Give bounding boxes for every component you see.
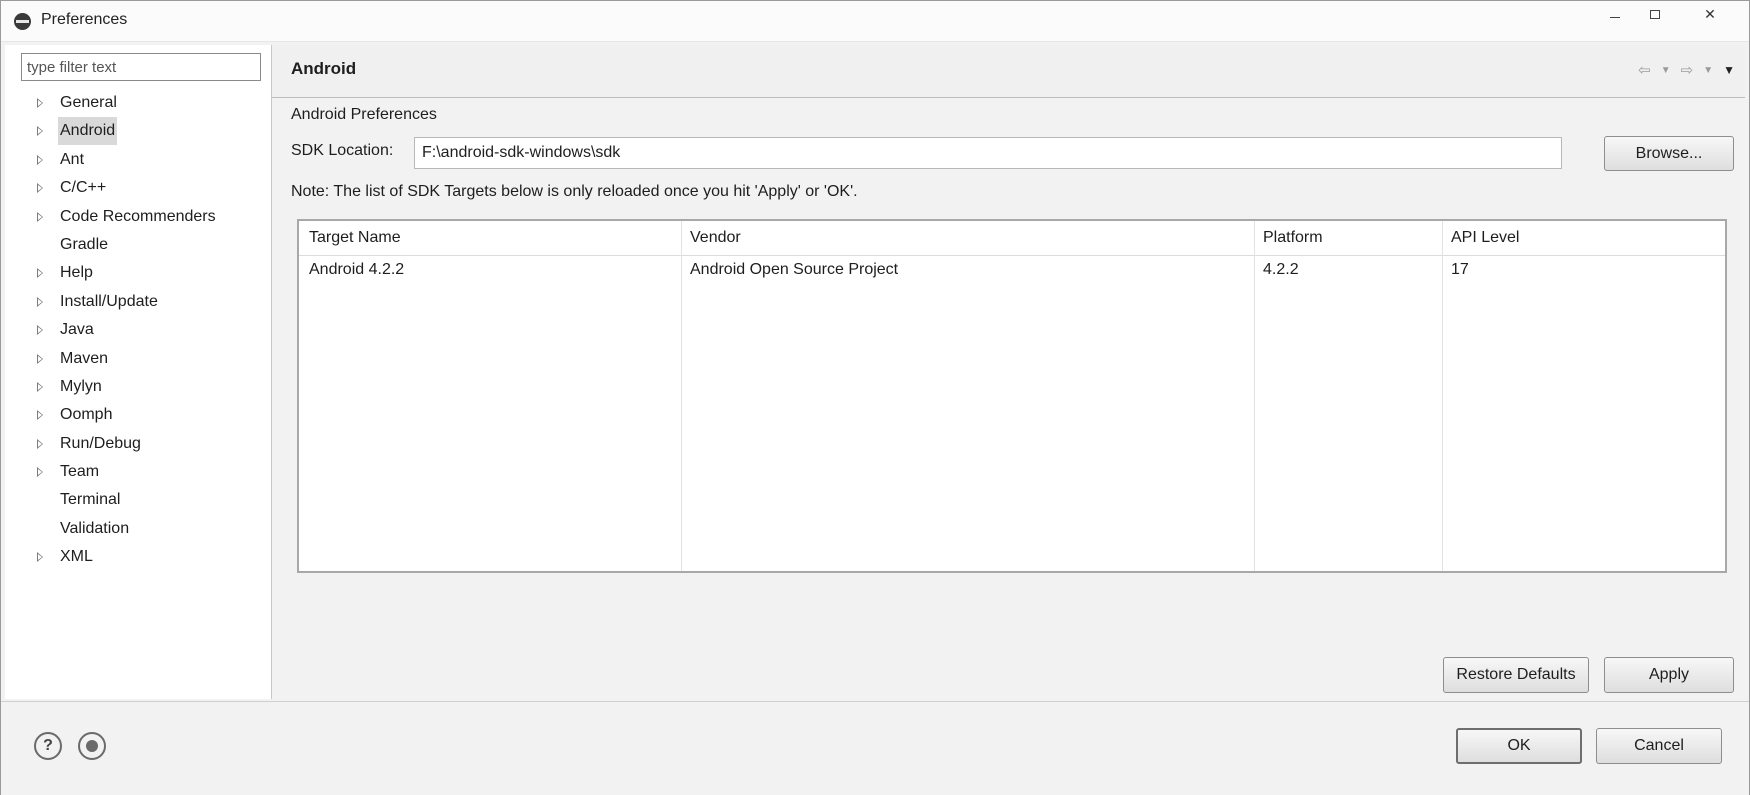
expand-arrow-icon[interactable] xyxy=(37,552,44,563)
tree-item-gradle[interactable]: Gradle xyxy=(5,231,271,259)
title-bar[interactable]: Preferences ✕ xyxy=(1,1,1749,42)
tree-item-validation[interactable]: Validation xyxy=(5,515,271,543)
sdk-location-field[interactable] xyxy=(414,137,1562,169)
tree-item-label: General xyxy=(60,94,117,111)
help-icon[interactable]: ? xyxy=(34,732,62,760)
tree-item-install-update[interactable]: Install/Update xyxy=(5,288,271,316)
reload-note: Note: The list of SDK Targets below is o… xyxy=(291,183,858,200)
tree-item-run-debug[interactable]: Run/Debug xyxy=(5,430,271,458)
tree-item-team[interactable]: Team xyxy=(5,458,271,486)
tree-item-label: Terminal xyxy=(60,491,121,509)
tree-item-label: Maven xyxy=(60,349,109,367)
window-title: Preferences xyxy=(41,11,128,28)
preferences-window: Preferences ✕ General Android Ant C/C++ Code… xyxy=(0,0,1750,795)
tree-item-mylyn[interactable]: Mylyn xyxy=(5,373,271,401)
page-header: Android ⇦ ▼ ⇨ ▼ ▼ xyxy=(272,45,1745,98)
restore-defaults-button[interactable]: Restore Defaults xyxy=(1443,657,1589,693)
expand-arrow-icon[interactable] xyxy=(37,211,44,222)
preference-tree: General Android Ant C/C++ Code Recommenders G… xyxy=(5,89,271,572)
column-header-api-level[interactable]: API Level xyxy=(1451,229,1519,247)
table-row-cell-platform[interactable]: 4.2.2 xyxy=(1263,261,1299,279)
tree-item-label: Gradle xyxy=(60,235,109,253)
expand-arrow-icon[interactable] xyxy=(37,438,44,449)
expand-arrow-icon[interactable] xyxy=(37,98,44,108)
expand-arrow-icon[interactable] xyxy=(37,183,44,194)
tree-item-oomph[interactable]: Oomph xyxy=(5,401,271,429)
maximize-icon[interactable] xyxy=(1635,1,1675,27)
table-row-cell-target-name[interactable]: Android 4.2.2 xyxy=(309,261,404,279)
tree-item-ant[interactable]: Ant xyxy=(5,146,271,174)
record-icon[interactable] xyxy=(78,732,106,760)
tree-item-label: XML xyxy=(60,548,93,566)
minimize-icon[interactable] xyxy=(1595,1,1635,27)
table-row-cell-api-level[interactable]: 17 xyxy=(1451,261,1469,279)
column-header-platform[interactable]: Platform xyxy=(1263,229,1323,247)
expand-arrow-icon[interactable] xyxy=(37,268,44,279)
cancel-button[interactable]: Cancel xyxy=(1596,728,1722,764)
tree-item-label: Team xyxy=(60,463,100,481)
expand-arrow-icon[interactable] xyxy=(37,126,44,137)
expand-arrow-icon[interactable] xyxy=(37,353,44,364)
expand-arrow-icon[interactable] xyxy=(37,325,44,336)
tree-item-label: Run/Debug xyxy=(60,434,141,452)
expand-arrow-icon[interactable] xyxy=(37,296,44,307)
section-label: Android Preferences xyxy=(291,106,437,123)
expand-arrow-icon[interactable] xyxy=(37,467,44,478)
forward-arrow-icon[interactable]: ⇨ xyxy=(1681,61,1694,79)
table-row-cell-vendor[interactable]: Android Open Source Project xyxy=(690,261,898,279)
page-nav: ⇦ ▼ ⇨ ▼ ▼ xyxy=(1638,61,1735,79)
dialog-button-bar: ? OK Cancel xyxy=(1,701,1749,795)
ok-button[interactable]: OK xyxy=(1456,728,1582,764)
tree-item-label: Java xyxy=(60,321,94,339)
eclipse-app-icon xyxy=(14,13,31,30)
tree-item-label: Mylyn xyxy=(60,377,102,395)
browse-button[interactable]: Browse... xyxy=(1604,136,1734,171)
column-header-target-name[interactable]: Target Name xyxy=(309,229,401,247)
tree-item-label: Validation xyxy=(60,519,130,537)
tree-item-label: Oomph xyxy=(60,406,113,424)
preference-page: Android ⇦ ▼ ⇨ ▼ ▼ Android Preferences SD… xyxy=(272,45,1745,699)
preference-tree-pane: General Android Ant C/C++ Code Recommenders G… xyxy=(5,45,272,699)
expand-arrow-icon[interactable] xyxy=(37,410,44,421)
tree-item-label: C/C++ xyxy=(60,179,107,197)
tree-item-maven[interactable]: Maven xyxy=(5,345,271,373)
tree-item-code-recommenders[interactable]: Code Recommenders xyxy=(5,203,271,231)
back-arrow-icon[interactable]: ⇦ xyxy=(1638,61,1651,79)
tree-item-terminal[interactable]: Terminal xyxy=(5,486,271,514)
tree-item-xml[interactable]: XML xyxy=(5,543,271,571)
tree-item-label: Help xyxy=(60,264,93,282)
tree-item-help[interactable]: Help xyxy=(5,259,271,287)
close-icon[interactable]: ✕ xyxy=(1687,1,1733,27)
expand-arrow-icon[interactable] xyxy=(37,381,44,392)
filter-input[interactable] xyxy=(21,53,261,81)
expand-arrow-icon[interactable] xyxy=(37,154,44,165)
tree-item-c-c-[interactable]: C/C++ xyxy=(5,174,271,202)
tree-item-java[interactable]: Java xyxy=(5,316,271,344)
view-menu-icon[interactable]: ▼ xyxy=(1723,63,1735,77)
tree-item-general[interactable]: General xyxy=(5,89,271,117)
tree-item-label: Install/Update xyxy=(60,292,158,310)
sdk-targets-table[interactable]: Target Name Vendor Platform API Level An… xyxy=(297,219,1727,573)
page-title: Android xyxy=(291,59,357,78)
tree-item-label: Ant xyxy=(60,150,85,168)
column-header-vendor[interactable]: Vendor xyxy=(690,229,741,247)
sdk-location-label: SDK Location: xyxy=(291,142,394,159)
tree-item-label: Android xyxy=(58,117,118,146)
apply-button[interactable]: Apply xyxy=(1604,657,1734,693)
forward-dropdown-icon[interactable]: ▼ xyxy=(1703,65,1713,76)
tree-item-label: Code Recommenders xyxy=(60,207,216,225)
back-dropdown-icon[interactable]: ▼ xyxy=(1661,65,1671,76)
tree-item-android[interactable]: Android xyxy=(5,117,271,146)
